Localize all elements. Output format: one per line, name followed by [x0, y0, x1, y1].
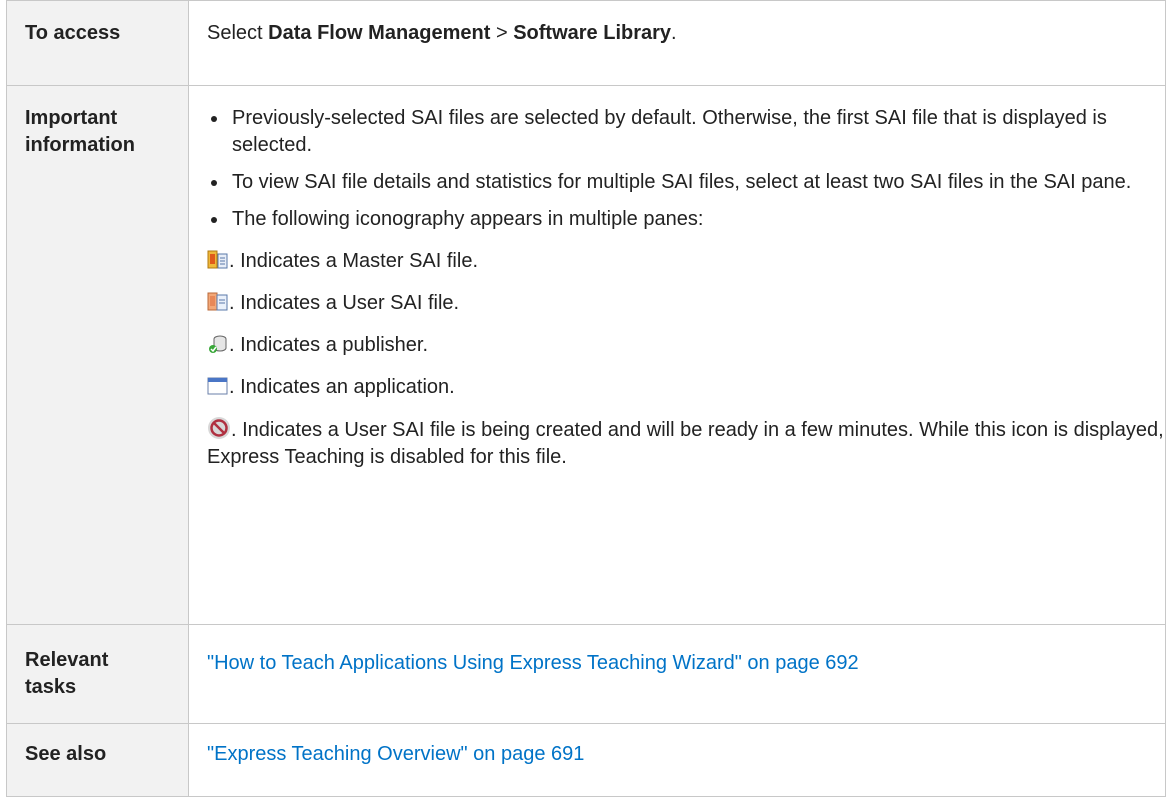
user-sai-file-icon: [207, 292, 228, 311]
list-item-text: To view SAI file details and statistics …: [232, 171, 1132, 193]
row-label: See also: [6, 723, 189, 797]
list-item: Previously-selected SAI files are select…: [207, 105, 1165, 159]
row-content: Previously-selected SAI files are select…: [188, 85, 1166, 625]
row-to-access: To access Select Data Flow Management > …: [6, 0, 1166, 86]
row-content: Select Data Flow Management > Software L…: [188, 0, 1166, 86]
access-suffix: .: [671, 22, 677, 44]
application-icon: [207, 377, 228, 395]
list-item-text: Previously-selected SAI files are select…: [232, 107, 1107, 156]
row-relevant-tasks: Relevant tasks "How to Teach Application…: [6, 624, 1166, 724]
bullet-dot: [211, 217, 217, 223]
icon-description: . Indicates a User SAI file.: [229, 292, 460, 314]
access-prefix: Select: [207, 22, 269, 44]
list-item: The following iconography appears in mul…: [207, 206, 1165, 233]
publisher-icon: [209, 335, 227, 353]
menu-software-library: Software Library: [513, 22, 672, 44]
relevant-task-link[interactable]: "How to Teach Applications Using Express…: [207, 652, 859, 674]
menu-separator: >: [490, 22, 514, 44]
row-content: "How to Teach Applications Using Express…: [188, 624, 1166, 724]
icon-description: . Indicates a Master SAI file.: [229, 250, 478, 272]
icon-legend-item: . Indicates an application.: [207, 374, 1165, 401]
row-label: Important information: [6, 85, 189, 625]
row-important-information: Important information Previously-selecte…: [6, 85, 1166, 625]
master-sai-file-icon: [207, 250, 228, 269]
icon-legend-item: . Indicates a publisher.: [207, 332, 1165, 359]
row-see-also: See also "Express Teaching Overview" on …: [6, 723, 1166, 797]
icon-description: . Indicates a User SAI file is being cre…: [207, 419, 1164, 468]
bullet-dot: [211, 116, 217, 122]
menu-data-flow-management: Data Flow Management: [268, 22, 491, 44]
row-label: To access: [6, 0, 189, 86]
icon-legend-item: . Indicates a User SAI file.: [207, 290, 1165, 317]
list-item: To view SAI file details and statistics …: [207, 169, 1165, 196]
creating-sai-file-icon: [208, 417, 230, 439]
icon-description: . Indicates a publisher.: [229, 334, 429, 356]
info-table: To access Select Data Flow Management > …: [6, 0, 1166, 797]
icon-legend-item: . Indicates a Master SAI file.: [207, 248, 1165, 275]
label-line: Important: [25, 107, 118, 129]
see-also-link[interactable]: "Express Teaching Overview" on page 691: [207, 743, 584, 765]
row-content: "Express Teaching Overview" on page 691: [188, 723, 1166, 797]
bullet-dot: [211, 180, 217, 186]
icon-legend-item: . Indicates a User SAI file is being cre…: [207, 416, 1165, 471]
label-line: Relevant: [25, 649, 109, 671]
icon-description: . Indicates an application.: [229, 376, 455, 398]
label-line: tasks: [25, 676, 77, 698]
row-label: Relevant tasks: [6, 624, 189, 724]
list-item-text: The following iconography appears in mul…: [232, 208, 704, 230]
label-line: information: [25, 134, 135, 156]
